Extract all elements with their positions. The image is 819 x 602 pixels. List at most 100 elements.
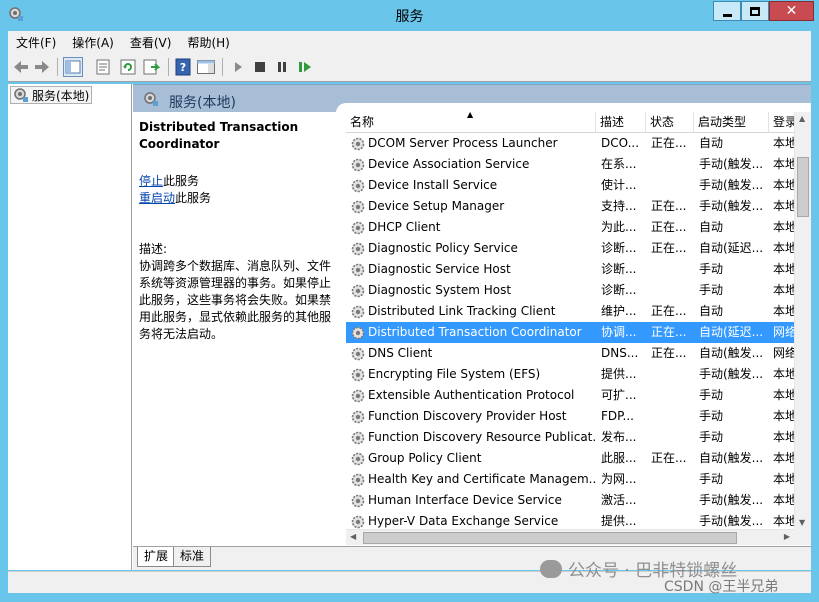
service-row[interactable]: Device Association Service 在系... 手动(触发... 本… [346,154,794,175]
tree-item-services-local[interactable]: 服务(本地) [10,86,93,104]
service-row[interactable]: Device Install Service 使计... 手动(触发... 本地 [346,175,794,196]
service-startup-type: 手动 [699,388,724,402]
service-row[interactable]: Diagnostic System Host 诊断... 手动 本地 [346,280,794,301]
service-row[interactable]: DNS Client DNS... 正在... 自动(触发... 网络 [346,343,794,364]
column-header-startup-type[interactable]: 启动类型 [694,112,769,133]
start-service-icon[interactable] [228,57,248,77]
column-header-description[interactable]: 描述 [596,112,646,133]
horizontal-scrollbar[interactable]: ◀ ▶ [346,529,794,545]
restart-service-link[interactable]: 重启动 [139,191,175,205]
pane-header: 服务(本地) [133,84,811,113]
show-action-pane-icon[interactable] [196,57,216,77]
hscroll-thumb[interactable] [363,532,737,544]
properties-icon[interactable] [93,57,113,77]
service-status [651,427,693,448]
stop-service-link[interactable]: 停止 [139,174,163,188]
service-logon: 网络 [773,325,794,339]
restart-service-icon[interactable] [295,57,315,77]
scroll-thumb[interactable] [797,157,809,217]
column-name-label: 名称 [350,115,375,129]
stop-service-icon[interactable] [250,57,270,77]
service-row[interactable]: Device Setup Manager 支持... 正在... 手动(触发... 本地 [346,196,794,217]
service-status: 正在... [651,346,687,360]
toolbar-separator [57,58,58,76]
service-status [651,280,693,301]
service-row[interactable]: Extensible Authentication Protocol 可扩... 手… [346,385,794,406]
toolbar-separator [222,58,223,76]
service-row[interactable]: DCOM Server Process Launcher DCO... 正在... 自… [346,133,794,154]
pause-service-icon[interactable] [272,57,292,77]
service-status [651,364,693,385]
refresh-icon[interactable] [118,57,138,77]
service-startup-type: 自动(触发... [699,451,764,465]
scroll-up-icon[interactable]: ▲ [799,114,805,123]
column-header-status[interactable]: 状态 [646,112,694,133]
service-gear-icon [351,158,365,172]
service-name: Distributed Link Tracking Client [368,304,556,318]
menu-action[interactable]: 操作(A) [72,34,114,51]
service-logon: 本地 [773,178,794,192]
service-row[interactable]: Distributed Link Tracking Client 维护... 正在.… [346,301,794,322]
service-description: 为此... [601,220,637,234]
service-gear-icon [351,368,365,382]
service-row[interactable]: Health Key and Certificate Managem... 为网.… [346,469,794,490]
title-bar[interactable]: 服务 ✕ [0,0,819,30]
service-description: 诊断... [601,241,637,255]
tab-standard[interactable]: 标准 [173,547,212,567]
service-name: DNS Client [368,346,433,360]
service-startup-type: 自动 [699,136,724,150]
service-row[interactable]: Diagnostic Policy Service 诊断... 正在... 自动(延迟… [346,238,794,259]
service-startup-type: 自动(延迟... [699,241,764,255]
service-row[interactable]: Encrypting File System (EFS) 提供... 手动(触发..… [346,364,794,385]
services-pane: 服务(本地) Distributed Transaction Coordinat… [133,84,811,570]
service-gear-icon [351,284,365,298]
service-name: Diagnostic Policy Service [368,241,518,255]
tab-extended[interactable]: 扩展 [137,547,176,567]
service-row[interactable]: Function Discovery Provider Host FDP... 手动… [346,406,794,427]
service-status [651,259,693,280]
menu-help[interactable]: 帮助(H) [187,34,229,51]
service-logon: 本地 [773,304,794,318]
service-startup-type: 手动(触发... [699,157,764,171]
service-gear-icon [351,221,365,235]
column-header-name[interactable]: 名称 ▲ [346,112,596,133]
service-name: Diagnostic Service Host [368,262,511,276]
service-logon: 本地 [773,220,794,234]
export-list-icon[interactable] [141,57,161,77]
menu-file[interactable]: 文件(F) [16,34,56,51]
service-logon: 本地 [773,409,794,423]
service-gear-icon [351,326,365,340]
console-tree-icon[interactable] [63,57,83,77]
service-name: Function Discovery Resource Publicat... [368,430,596,444]
minimize-button[interactable] [713,1,741,21]
service-startup-type: 自动 [699,220,724,234]
content-area: 服务(本地) 服务(本地) Distributed Transaction Co… [8,84,811,570]
service-row[interactable]: DHCP Client 为此... 正在... 自动 本地 [346,217,794,238]
scroll-left-icon[interactable]: ◀ [350,532,356,541]
service-description: 此服... [601,451,637,465]
service-logon: 本地 [773,430,794,444]
service-row[interactable]: Diagnostic Service Host 诊断... 手动 本地 [346,259,794,280]
service-row[interactable]: Function Discovery Resource Publicat... 发… [346,427,794,448]
scroll-right-icon[interactable]: ▶ [784,532,790,541]
back-arrow-icon[interactable] [11,57,31,77]
vertical-scrollbar[interactable]: ▲ ▼ [794,112,811,529]
service-name: Human Interface Device Service [368,493,562,507]
service-row[interactable]: Human Interface Device Service 激活... 手动(触发… [346,490,794,511]
maximize-button[interactable] [741,1,769,21]
service-row[interactable]: Group Policy Client 此服... 正在... 自动(触发... 本地 [346,448,794,469]
stop-service-line: 停止此服务 [139,173,211,190]
service-row[interactable]: Distributed Transaction Coordinator 协调...… [346,322,794,343]
sort-ascending-icon: ▲ [467,112,474,119]
list-header: 名称 ▲ 描述 状态 启动类型 登录 [346,112,794,133]
scroll-down-icon[interactable]: ▼ [799,518,805,527]
service-name: Health Key and Certificate Managem... [368,472,596,486]
service-startup-type: 自动(延迟... [699,325,764,339]
help-icon[interactable]: ? [173,57,193,77]
menu-view[interactable]: 查看(V) [130,34,172,51]
service-description: 支持... [601,199,637,213]
forward-arrow-icon[interactable] [32,57,52,77]
service-logon: 本地 [773,472,794,486]
close-button[interactable]: ✕ [769,1,814,21]
column-header-logon[interactable]: 登录 [769,112,794,133]
